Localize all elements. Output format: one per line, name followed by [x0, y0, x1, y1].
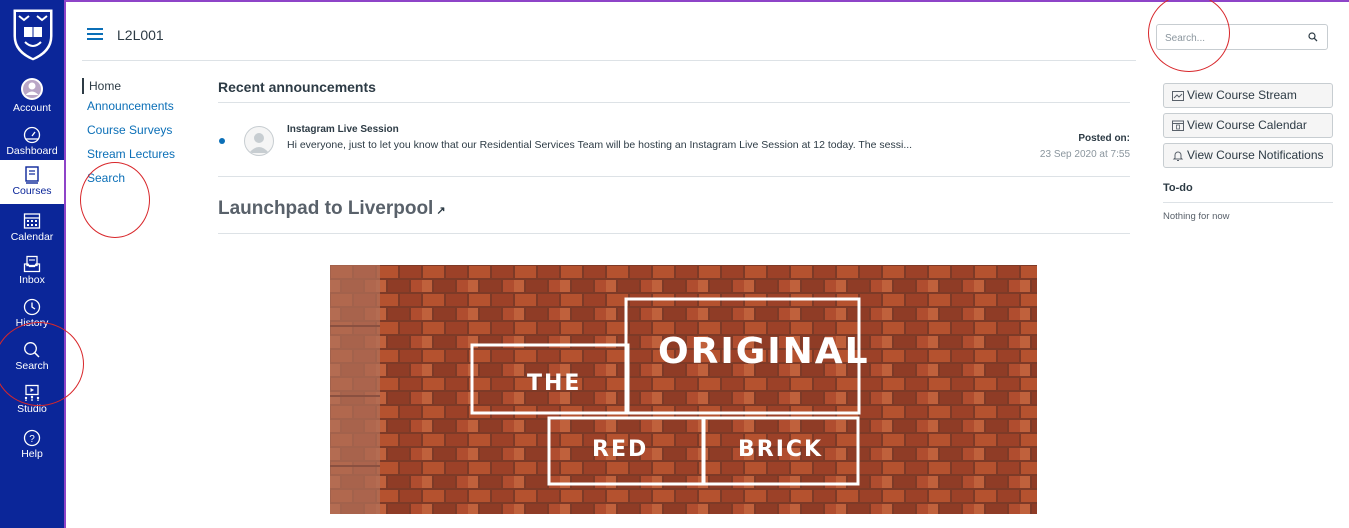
account-icon: [21, 78, 43, 100]
avatar[interactable]: [244, 126, 274, 156]
global-nav-label: Help: [21, 448, 43, 460]
breadcrumb-course-code[interactable]: L2L001: [117, 27, 164, 43]
button-label: View Course Notifications: [1187, 148, 1324, 162]
banner-word: RED: [592, 437, 649, 462]
dashboard-icon: [23, 126, 41, 144]
view-course-calendar-button[interactable]: View Course Calendar: [1163, 113, 1333, 138]
bell-icon: [1172, 151, 1184, 161]
external-tool-icon: ↗︎: [436, 205, 446, 217]
calendar-icon: [1172, 120, 1184, 131]
global-nav-inbox[interactable]: Inbox: [0, 255, 64, 286]
page-title: Launchpad to Liverpool ↗︎: [218, 198, 446, 220]
divider: [1163, 202, 1333, 203]
button-label: View Course Calendar: [1187, 118, 1307, 132]
global-nav-label: Calendar: [10, 231, 54, 243]
global-nav-label: Inbox: [19, 274, 45, 286]
global-nav: Account Dashboard Courses Calendar Inbox…: [0, 0, 66, 528]
calendar-icon: [23, 213, 41, 229]
global-nav-label: Courses: [12, 185, 52, 197]
banner-word: ORIGINAL: [658, 331, 870, 372]
course-nav-home[interactable]: Home: [82, 78, 182, 94]
search-icon[interactable]: [1308, 32, 1318, 42]
view-course-notifications-button[interactable]: View Course Notifications: [1163, 143, 1333, 168]
recent-announcements-heading: Recent announcements: [218, 79, 376, 95]
posted-on-label: Posted on:: [1078, 133, 1130, 144]
global-nav-dashboard[interactable]: Dashboard: [0, 126, 64, 157]
global-nav-courses[interactable]: Courses: [0, 160, 64, 204]
divider: [218, 102, 1130, 103]
annotation-circle: [80, 162, 150, 238]
divider: [218, 233, 1130, 234]
global-nav-help[interactable]: ? Help: [0, 429, 64, 460]
button-label: View Course Stream: [1187, 88, 1297, 102]
divider: [218, 176, 1130, 177]
posted-date: 23 Sep 2020 at 7:55: [1039, 149, 1130, 160]
annotation-circle: [1148, 0, 1230, 72]
banner-word: THE: [527, 371, 582, 396]
course-menu-toggle-icon[interactable]: [87, 28, 103, 40]
annotation-circle: [0, 322, 84, 406]
history-icon: [23, 298, 41, 316]
view-course-stream-button[interactable]: View Course Stream: [1163, 83, 1333, 108]
todo-empty-message: Nothing for now: [1163, 211, 1230, 222]
announcement-message: Hi everyone, just to let you know that o…: [287, 139, 913, 151]
stream-icon: [1172, 91, 1184, 101]
inbox-icon: [23, 255, 41, 273]
red-brick-banner-image: THE ORIGINAL RED BRICK: [330, 265, 1037, 514]
page-title-text: Launchpad to Liverpool: [218, 198, 434, 219]
course-nav-course-surveys[interactable]: Course Surveys: [82, 122, 182, 138]
announcement-title[interactable]: Instagram Live Session: [287, 124, 399, 135]
global-nav-calendar[interactable]: Calendar: [0, 212, 64, 243]
courses-icon: [25, 166, 39, 184]
global-nav-account[interactable]: Account: [0, 77, 64, 114]
todo-heading: To-do: [1163, 182, 1193, 194]
global-nav-label: Dashboard: [6, 145, 58, 157]
unread-indicator: [219, 138, 225, 144]
header-divider: [82, 60, 1136, 61]
university-crest-icon[interactable]: [10, 6, 56, 62]
svg-text:?: ?: [29, 434, 35, 445]
course-nav-stream-lectures[interactable]: Stream Lectures: [82, 146, 182, 162]
top-accent-line: [0, 0, 1349, 2]
help-icon: ?: [23, 429, 41, 447]
global-nav-label: Account: [13, 102, 51, 114]
banner-word: BRICK: [738, 437, 824, 462]
course-nav-announcements[interactable]: Announcements: [82, 98, 182, 114]
